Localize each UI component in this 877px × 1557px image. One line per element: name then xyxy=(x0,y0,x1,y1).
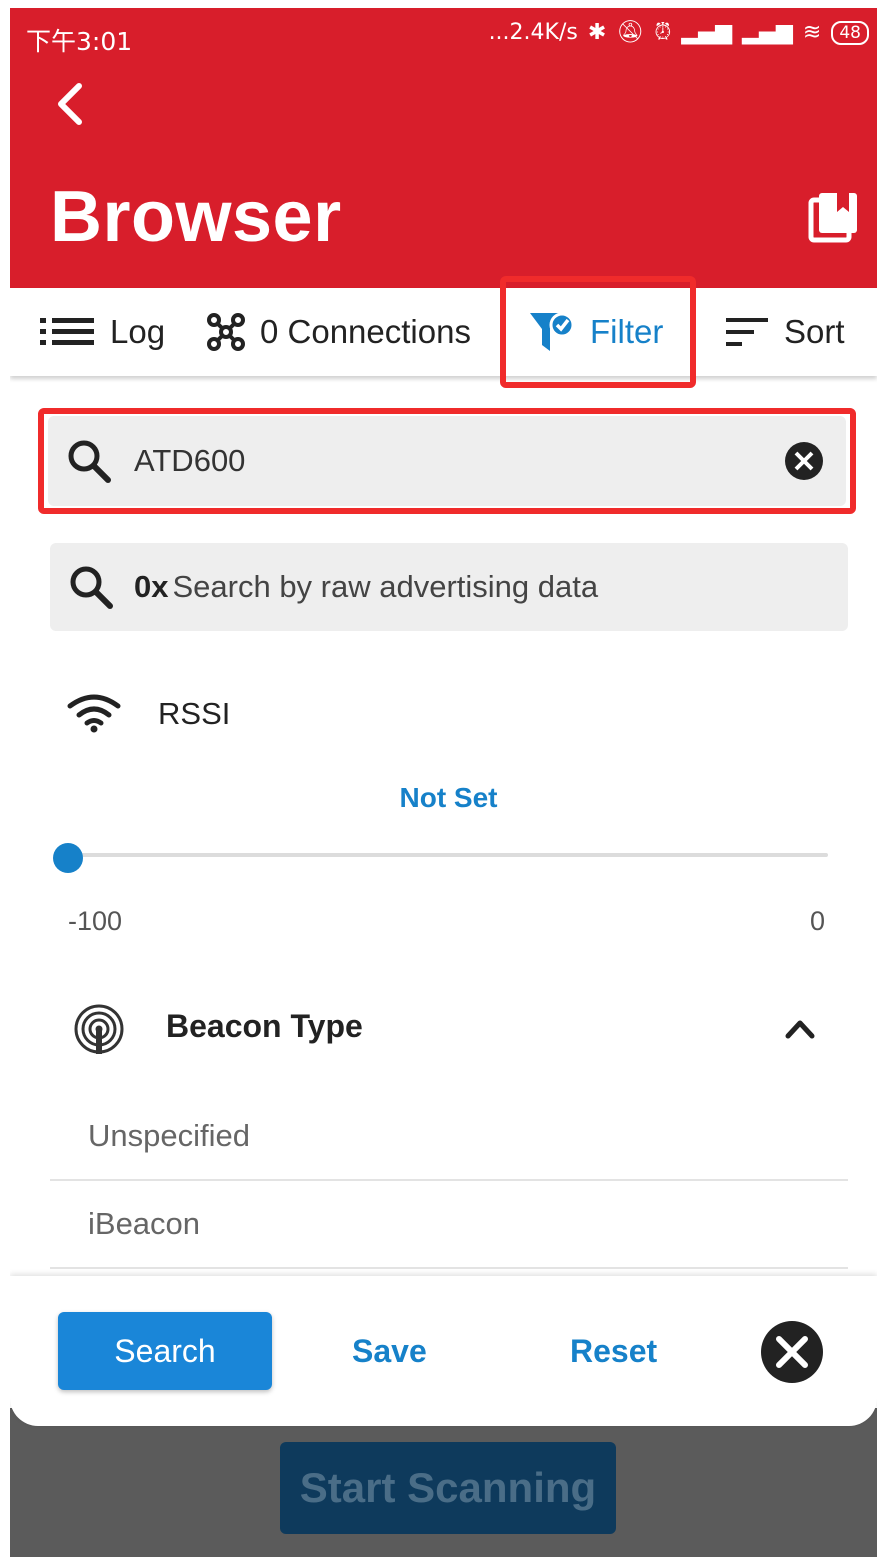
close-icon[interactable] xyxy=(760,1320,824,1384)
sort-icon xyxy=(726,318,768,346)
filter-icon xyxy=(530,312,575,351)
status-icons: ...2.4K/s ✱ 🔕︎ ⏰︎ ▂▄▆ ▂▄▆ ≋ 48 xyxy=(489,20,869,45)
beacon-type-label: Beacon Type xyxy=(166,1008,363,1044)
connections-tab[interactable]: 0 Connections xyxy=(206,288,471,376)
chevron-up-icon[interactable] xyxy=(780,1008,820,1048)
battery-icon: 48 xyxy=(831,20,869,45)
list-icon xyxy=(40,318,94,345)
raw-data-placeholder: Search by raw advertising data xyxy=(172,569,599,604)
name-search-field[interactable]: ATD600 xyxy=(48,416,846,506)
screen: 下午3:01 ...2.4K/s ✱ 🔕︎ ⏰︎ ▂▄▆ ▂▄▆ ≋ 48 Br… xyxy=(10,8,877,1557)
beacon-option-unspecified[interactable]: Unspecified xyxy=(50,1093,848,1181)
hex-prefix: 0x xyxy=(134,569,169,604)
clear-icon[interactable] xyxy=(784,441,824,481)
sort-label: Sort xyxy=(784,313,845,350)
filter-action-bar: Search Save Reset xyxy=(10,1276,877,1426)
wifi-icon: ≋ xyxy=(802,20,822,45)
raw-data-search-field[interactable]: 0x Search by raw advertising data xyxy=(50,543,848,631)
bookmarks-button[interactable] xyxy=(807,190,861,244)
save-button[interactable]: Save xyxy=(352,1312,427,1390)
signal-hd-icon: ▂▄▆ xyxy=(742,20,793,45)
rssi-slider-track[interactable] xyxy=(68,853,828,857)
status-bar: 下午3:01 ...2.4K/s ✱ 🔕︎ ⏰︎ ▂▄▆ ▂▄▆ ≋ 48 xyxy=(10,8,877,68)
filter-tab[interactable]: Filter xyxy=(528,288,663,376)
back-button[interactable] xyxy=(46,80,94,128)
rssi-min-label: -100 xyxy=(68,906,123,936)
app-bar: 下午3:01 ...2.4K/s ✱ 🔕︎ ⏰︎ ▂▄▆ ▂▄▆ ≋ 48 Br… xyxy=(10,8,877,288)
connections-label: 0 Connections xyxy=(260,313,471,350)
filter-label: Filter xyxy=(590,313,664,350)
chevron-left-icon xyxy=(58,83,82,125)
rssi-label: RSSI xyxy=(158,696,231,731)
log-tab[interactable]: Log xyxy=(40,288,165,376)
search-icon xyxy=(68,440,111,483)
rssi-slider-thumb[interactable] xyxy=(53,843,83,873)
bluetooth-icon: ✱ xyxy=(587,20,607,45)
reset-button[interactable]: Reset xyxy=(570,1312,657,1390)
sort-tab[interactable]: Sort xyxy=(726,288,845,376)
beacon-icon xyxy=(74,1004,124,1054)
mute-icon: 🔕︎ xyxy=(616,20,645,45)
rssi-value: Not Set xyxy=(399,782,498,813)
search-icon xyxy=(70,566,113,609)
rssi-max-label: 0 xyxy=(810,906,826,936)
alarm-icon: ⏰︎ xyxy=(654,20,672,45)
log-label: Log xyxy=(110,313,166,350)
network-speed: ...2.4K/s xyxy=(488,20,578,45)
toolbar: Log 0 Connections Filter Sort xyxy=(10,288,877,376)
start-scanning-button: Start Scanning xyxy=(280,1442,616,1534)
search-button[interactable]: Search xyxy=(58,1312,272,1390)
status-time: 下午3:01 xyxy=(26,27,133,56)
page-title: Browser xyxy=(50,177,342,257)
beacon-option-ibeacon[interactable]: iBeacon xyxy=(50,1181,848,1269)
signal-icon: ▂▄▆ xyxy=(681,20,733,45)
connections-icon xyxy=(207,313,245,351)
bookmark-icon xyxy=(808,193,857,243)
name-search-value: ATD600 xyxy=(134,443,246,478)
wifi-icon xyxy=(67,694,121,733)
